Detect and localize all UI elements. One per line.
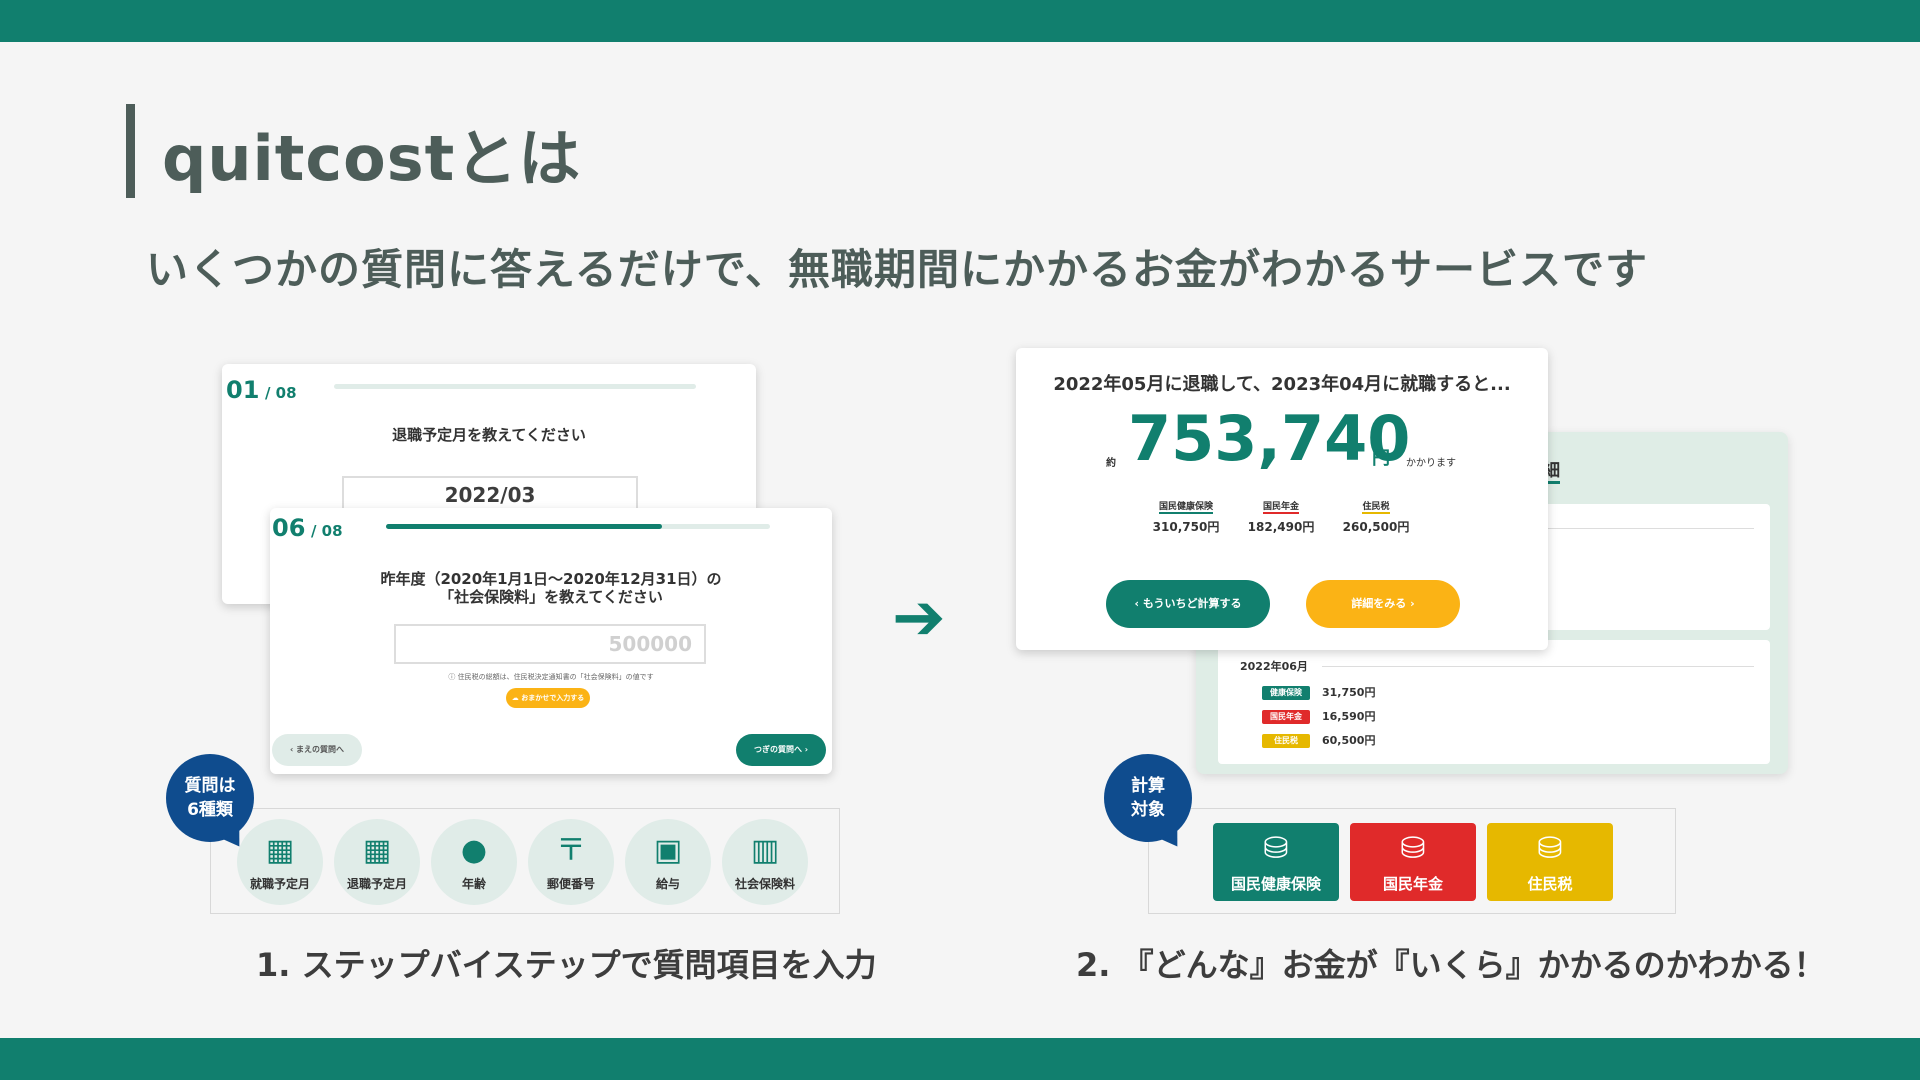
top-band (0, 0, 1920, 42)
step-1-caption: 1. ステップバイステップで質問項目を入力 (256, 946, 877, 984)
hospital-icon: ▥ (750, 833, 780, 868)
prev-question-button[interactable]: ‹ まえの質問へ (272, 734, 362, 766)
breakdown-item: 住民税 260,500円 (1336, 494, 1416, 535)
question-type-item: ● 年齢 (431, 819, 517, 905)
chevron-left-icon: ‹ (1134, 597, 1143, 610)
yen-label: 円 (1372, 448, 1390, 469)
money-icon: ▣ (653, 833, 683, 868)
question-type-item: 〒 郵便番号 (528, 819, 614, 905)
info-icon: ⓘ (448, 673, 458, 681)
step-2-caption: 2. 『どんな』お金が『いくら』かかるのかわかる！ (1076, 946, 1826, 984)
coins-icon: ⛁ (1537, 831, 1563, 866)
insurance-input[interactable]: 500000 (394, 624, 706, 664)
progress-bar (386, 524, 770, 529)
page-title: quitcostとは (162, 122, 582, 195)
month-label: 2022年06月 (1240, 660, 1308, 673)
divider (1322, 666, 1754, 667)
cost-suffix: かかります (1406, 458, 1456, 469)
question-type-item: ▣ 給与 (625, 819, 711, 905)
detail-row: 国民年金 16,590円 (1262, 708, 1375, 724)
bottom-band (0, 1038, 1920, 1080)
calculation-targets-box: ⛁ 国民健康保険 ⛁ 国民年金 ⛁ 住民税 (1148, 808, 1676, 914)
total-amount: 753,740 (1128, 402, 1411, 475)
progress-bar (334, 384, 696, 389)
auto-fill-button[interactable]: ☁ おまかせで入力する (506, 688, 590, 708)
question-types-box: ▦ 就職予定月 ▦ 退職予定月 ● 年齢 〒 郵便番号 ▣ 給与 ▥ 社会保険料 (210, 808, 840, 914)
title-accent-bar (126, 104, 135, 198)
chevron-right-icon: › (801, 745, 809, 754)
question-type-item: ▦ 就職予定月 (237, 819, 323, 905)
next-question-button[interactable]: つぎの質問へ › (736, 734, 826, 766)
question-count-badge: 質問は 6種類 (166, 754, 254, 842)
category-tile: ⛁ 国民健康保険 (1213, 823, 1339, 901)
detail-row: 健康保険 31,750円 (1262, 684, 1375, 700)
cloud-icon: ☁ (511, 694, 522, 702)
pension-chip: 国民年金 (1262, 710, 1310, 724)
resident-tax-chip: 住民税 (1262, 734, 1310, 748)
question-type-item: ▦ 退職予定月 (334, 819, 420, 905)
coins-icon: ⛁ (1400, 831, 1426, 866)
question-type-item: ▥ 社会保険料 (722, 819, 808, 905)
arrow-right-icon: ➔ (892, 581, 946, 655)
postal-icon: 〒 (556, 833, 586, 868)
category-tile: ⛁ 住民税 (1487, 823, 1613, 901)
detail-month-card-2: 2022年06月 健康保険 31,750円 国民年金 16,590円 住民税 60,5… (1218, 640, 1770, 764)
question-line-2: 「社会保険料」を教えてください (439, 588, 663, 606)
breakdown-item: 国民年金 182,490円 (1241, 494, 1321, 535)
approx-label: 約 (1106, 458, 1116, 469)
retry-button[interactable]: ‹ もういちど計算する (1106, 580, 1270, 628)
result-headline: 2022年05月に退職して、2023年04月に就職すると... (1053, 374, 1511, 395)
input-note: ⓘ 住民税の総額は、住民税決定通知書の「社会保険料」の値です (448, 673, 654, 681)
calculation-target-badge: 計算 対象 (1104, 754, 1192, 842)
person-icon: ● (460, 833, 488, 868)
calendar-icon: ▦ (362, 833, 392, 868)
detail-row: 住民税 60,500円 (1262, 732, 1375, 748)
breakdown-item: 国民健康保険 310,750円 (1146, 494, 1226, 535)
calendar-icon: ▦ (265, 833, 295, 868)
step-counter: 01 / 08 (226, 376, 297, 404)
step-counter: 06 / 08 (272, 514, 343, 542)
result-card: 2022年05月に退職して、2023年04月に就職すると... 約 753,74… (1016, 348, 1548, 650)
category-tile: ⛁ 国民年金 (1350, 823, 1476, 901)
progress-fill (386, 524, 663, 529)
chevron-right-icon: › (1406, 597, 1415, 610)
coins-icon: ⛁ (1263, 831, 1289, 866)
page-subtitle: いくつかの質問に答えるだけで、無職期間にかかるお金がわかるサービスです (146, 245, 1649, 294)
health-insurance-chip: 健康保険 (1262, 686, 1310, 700)
question-text: 退職予定月を教えてください (392, 426, 586, 444)
view-detail-button[interactable]: 詳細をみる › (1306, 580, 1460, 628)
question-card-front: 06 / 08 昨年度（2020年1月1日～2020年12月31日）の 「社会保… (270, 508, 832, 774)
